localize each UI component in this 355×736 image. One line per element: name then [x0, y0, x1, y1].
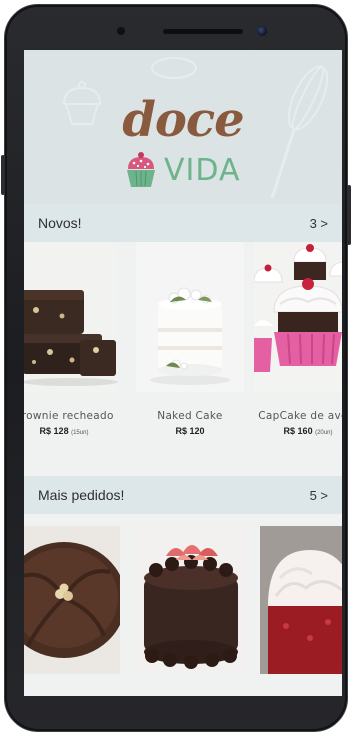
product-price-cupcake: R$ 160 (20un) — [283, 426, 333, 436]
product-name-brownie: Brownie recheado — [24, 410, 114, 422]
red-velvet-image — [260, 526, 342, 674]
mais-pedidos-carousel[interactable] — [24, 514, 342, 696]
naked-cake-image — [136, 242, 244, 392]
product-name-cupcake: CapCake de avelã — [258, 410, 342, 422]
product-tile-red-velvet[interactable] — [260, 526, 342, 674]
app-screen: doce VIDA Novos! 3 > Brownie recheado R$… — [24, 50, 342, 696]
product-card-cupcake[interactable]: CapCake de avelã R$ 160 (20un) — [254, 242, 342, 436]
cupcake-image — [254, 242, 342, 392]
section-title-novos: Novos! — [38, 215, 82, 231]
cupcake-logo-icon — [127, 152, 155, 187]
logo-vida: VIDA — [164, 152, 241, 188]
product-price-naked-cake: R$ 120 — [175, 426, 205, 436]
section-title-mais-pedidos: Mais pedidos! — [38, 487, 125, 503]
whisk-top-doodle-icon — [151, 57, 197, 79]
earpiece-speaker — [163, 29, 243, 34]
logo-vida-row: VIDA — [124, 148, 240, 192]
power-button — [347, 185, 351, 245]
volume-button — [1, 155, 5, 195]
see-all-novos-link[interactable]: 3 > — [310, 216, 328, 231]
chocolate-tart-image — [24, 526, 120, 674]
product-name-naked-cake: Naked Cake — [157, 410, 223, 422]
brownie-image — [24, 242, 118, 392]
product-tile-chocolate-tart[interactable] — [24, 526, 120, 674]
product-card-brownie[interactable]: Brownie recheado R$ 128 (15un) — [24, 242, 118, 436]
product-price-brownie: R$ 128 (15un) — [39, 426, 89, 436]
proximity-sensor — [117, 27, 125, 35]
see-all-mais-pedidos-link[interactable]: 5 > — [310, 488, 328, 503]
product-tile-brigadeiro-cake[interactable] — [136, 526, 246, 674]
product-card-naked-cake[interactable]: Naked Cake R$ 120 — [136, 242, 244, 436]
brand-header: doce VIDA — [24, 50, 342, 204]
front-camera — [257, 26, 267, 36]
novos-carousel[interactable]: Brownie recheado R$ 128 (15un) Naked Cak… — [24, 242, 342, 476]
section-header-mais-pedidos: Mais pedidos! 5 > — [24, 476, 342, 514]
logo-doce: doce — [122, 92, 244, 148]
brigadeiro-cake-image — [136, 526, 246, 674]
section-header-novos: Novos! 3 > — [24, 204, 342, 242]
